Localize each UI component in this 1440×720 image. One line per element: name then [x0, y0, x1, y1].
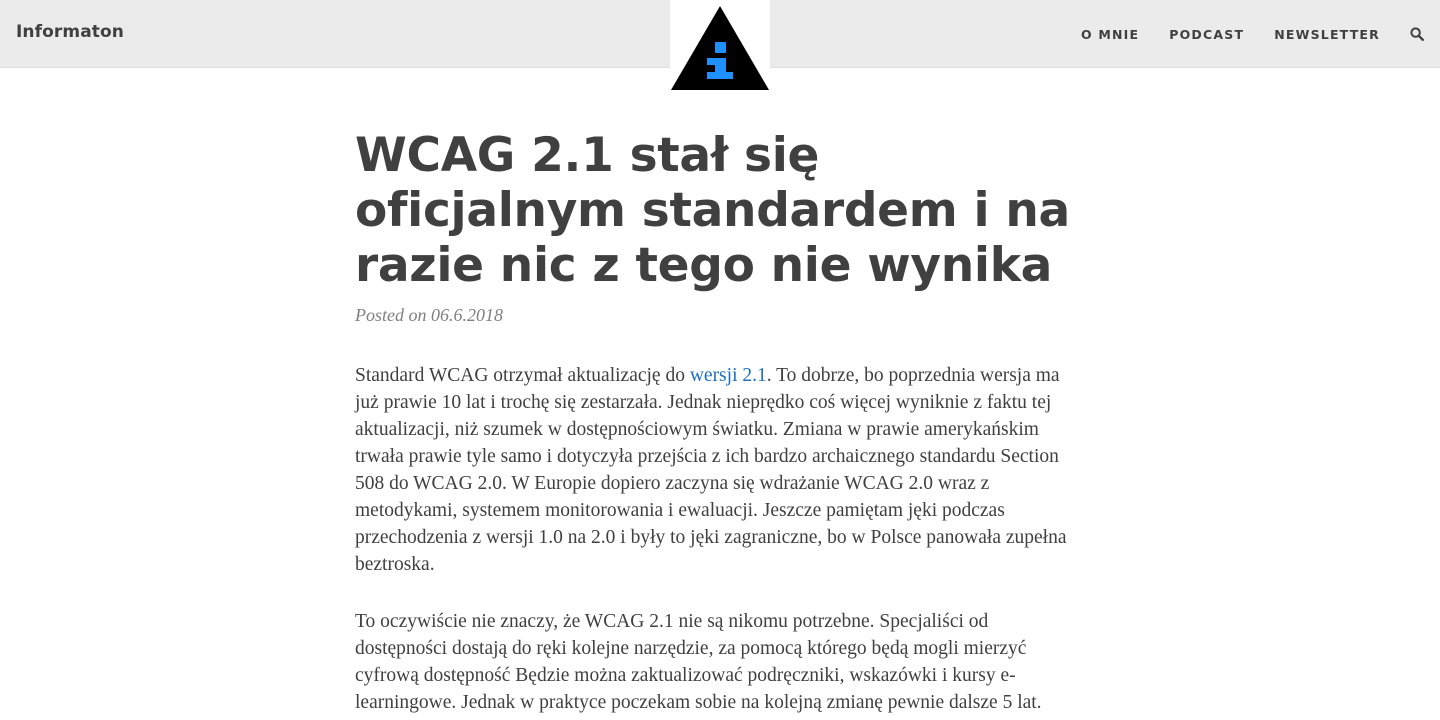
nav-link-podcast[interactable]: PODCAST — [1169, 27, 1244, 42]
paragraph-text: Standard WCAG otrzymał aktualizację do — [355, 365, 690, 386]
site-logo[interactable] — [670, 0, 770, 92]
post-date: Posted on 06.6.2018 — [355, 305, 503, 325]
post-title: WCAG 2.1 stał się oficjalnym standardem … — [355, 128, 1070, 293]
blog-post: WCAG 2.1 stał się oficjalnym standardem … — [355, 128, 1085, 716]
nav-link-newsletter[interactable]: NEWSLETTER — [1274, 27, 1380, 42]
info-triangle-icon — [671, 6, 769, 90]
post-paragraph: To oczywiście nie znaczy, że WCAG 2.1 ni… — [355, 611, 1042, 713]
search-icon[interactable] — [1410, 27, 1425, 42]
paragraph-text: . To dobrze, bo poprzednia wersja ma już… — [355, 365, 1067, 575]
nav-link-o-mnie[interactable]: O MNIE — [1081, 27, 1139, 42]
site-brand-link[interactable]: Informaton — [16, 22, 124, 42]
version-2-1-link[interactable]: wersji 2.1 — [690, 365, 767, 386]
post-paragraph: Standard WCAG otrzymał aktualizację do w… — [355, 362, 1085, 578]
main-nav: O MNIE PODCAST NEWSLETTER — [1051, 0, 1440, 68]
